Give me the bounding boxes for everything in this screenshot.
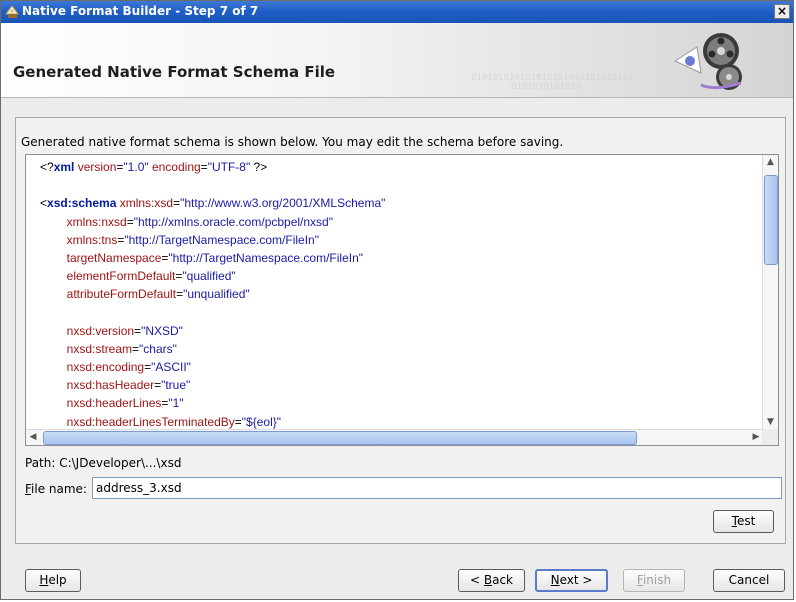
- schema-token: "NXSD": [141, 323, 183, 338]
- schema-token: "chars": [139, 341, 177, 356]
- schema-token: ?>: [250, 160, 268, 174]
- film-reel-logo-icon: [673, 33, 742, 90]
- schema-token: encoding: [148, 160, 201, 174]
- cancel-button[interactable]: Cancel: [713, 569, 785, 592]
- schema-token: "ASCII": [151, 360, 191, 375]
- schema-line: nxsd:version="NXSD": [40, 322, 385, 340]
- wizard-icon: [5, 5, 19, 18]
- schema-token: "http://TargetNamespace.com/FileIn": [124, 232, 319, 247]
- back-mnemonic: B: [483, 573, 493, 587]
- schema-token: xmlns:nxsd: [66, 214, 127, 229]
- path-label: Path: C:\JDeveloper\...\xsd: [25, 456, 182, 470]
- test-label: est: [736, 514, 756, 528]
- schema-token: xsd:schema: [47, 196, 117, 211]
- scroll-left-icon[interactable]: ◀: [26, 430, 40, 445]
- test-button[interactable]: Test: [713, 510, 774, 533]
- schema-token: "http://xmlns.oracle.com/pcbpel/nxsd": [133, 214, 333, 229]
- schema-line: targetNamespace="http://TargetNamespace.…: [40, 249, 385, 267]
- close-button[interactable]: ×: [774, 4, 790, 19]
- dialog-window: Native Format Builder - Step 7 of 7 × 01…: [0, 0, 794, 600]
- vertical-scrollbar[interactable]: ▲ ▼: [762, 155, 778, 429]
- scroll-down-icon[interactable]: ▼: [763, 415, 778, 429]
- scroll-right-icon[interactable]: ▶: [749, 430, 763, 445]
- schema-line: [40, 304, 385, 322]
- scroll-corner: [762, 429, 778, 445]
- schema-line: <xsd:schema xmlns:xsd="http://www.w3.org…: [40, 194, 385, 212]
- window-title: Native Format Builder - Step 7 of 7: [22, 4, 259, 18]
- finish-button: Finish: [623, 569, 685, 592]
- help-button[interactable]: Help: [25, 569, 81, 592]
- vertical-scroll-thumb[interactable]: [764, 175, 778, 265]
- file-name-label: File name:: [25, 482, 87, 496]
- schema-token: =: [132, 341, 140, 356]
- schema-token: "UTF-8": [207, 160, 251, 174]
- schema-token: nxsd:version: [66, 323, 135, 338]
- schema-token: nxsd:encoding: [66, 360, 145, 375]
- back-button[interactable]: < Back: [458, 569, 525, 592]
- schema-line: nxsd:encoding="ASCII": [40, 358, 385, 376]
- schema-token: "1.0": [123, 160, 149, 174]
- schema-token: attributeFormDefault: [66, 287, 177, 302]
- finish-label: inish: [642, 573, 672, 587]
- back-label: ack: [492, 573, 513, 587]
- schema-token: "true": [161, 378, 191, 393]
- schema-line: nxsd:stream="chars": [40, 340, 385, 358]
- schema-token: =: [134, 323, 142, 338]
- schema-editor[interactable]: <?xml version="1.0" encoding="UTF-8" ?> …: [25, 154, 779, 446]
- schema-token: nxsd:headerLines: [66, 396, 162, 411]
- horizontal-scrollbar[interactable]: ◀ ▶: [26, 429, 763, 445]
- schema-token: xmlns:xsd: [116, 196, 174, 211]
- title-bar[interactable]: Native Format Builder - Step 7 of 7 ×: [1, 1, 793, 23]
- schema-line: attributeFormDefault="unqualified": [40, 285, 385, 303]
- schema-line: xmlns:tns="http://TargetNamespace.com/Fi…: [40, 231, 385, 249]
- schema-token: =: [126, 214, 134, 229]
- schema-line: [40, 176, 385, 194]
- schema-token: xmlns:tns: [66, 232, 118, 247]
- schema-token: targetNamespace: [66, 250, 162, 265]
- instruction-text: Generated native format schema is shown …: [21, 135, 564, 149]
- schema-line: nxsd:hasHeader="true": [40, 376, 385, 394]
- help-label: elp: [48, 573, 67, 587]
- next-label: ext >: [559, 573, 593, 587]
- schema-token: "1": [168, 396, 184, 411]
- wizard-header: 010101010101010101010101010101 010101010…: [1, 23, 793, 98]
- schema-token: "${eol}": [241, 414, 282, 429]
- file-name-label-rest: ile name:: [31, 482, 87, 496]
- schema-token: "http://www.w3.org/2001/XMLSchema": [180, 196, 386, 211]
- next-mnemonic: N: [550, 573, 560, 587]
- schema-line: xmlns:nxsd="http://xmlns.oracle.com/pcbp…: [40, 213, 385, 231]
- schema-token: nxsd:hasHeader: [66, 378, 155, 393]
- schema-token: =: [200, 160, 208, 174]
- binary-decoration-2: 0101010101010: [511, 82, 582, 92]
- next-button[interactable]: Next >: [535, 569, 608, 592]
- schema-token: nxsd:stream: [66, 341, 133, 356]
- help-mnemonic: H: [39, 573, 49, 587]
- schema-token: <: [40, 196, 48, 211]
- schema-token: "unqualified": [183, 287, 250, 302]
- schema-token: xml: [53, 160, 75, 174]
- scroll-up-icon[interactable]: ▲: [763, 155, 778, 169]
- schema-text[interactable]: <?xml version="1.0" encoding="UTF-8" ?> …: [40, 158, 385, 431]
- schema-line: <?xml version="1.0" encoding="UTF-8" ?>: [40, 158, 385, 176]
- page-title: Generated Native Format Schema File: [13, 63, 336, 81]
- schema-token: version: [74, 160, 117, 174]
- schema-line: elementFormDefault="qualified": [40, 267, 385, 285]
- schema-token: <?: [40, 160, 54, 174]
- schema-line: nxsd:headerLines="1": [40, 394, 385, 412]
- file-name-input[interactable]: [92, 477, 782, 499]
- schema-token: "qualified": [182, 269, 236, 284]
- horizontal-scroll-thumb[interactable]: [43, 431, 637, 445]
- schema-token: nxsd:headerLinesTerminatedBy: [66, 414, 235, 429]
- schema-token: elementFormDefault: [66, 269, 176, 284]
- back-prefix: <: [469, 573, 484, 587]
- schema-token: "http://TargetNamespace.com/FileIn": [168, 250, 364, 265]
- schema-token: =: [234, 414, 242, 429]
